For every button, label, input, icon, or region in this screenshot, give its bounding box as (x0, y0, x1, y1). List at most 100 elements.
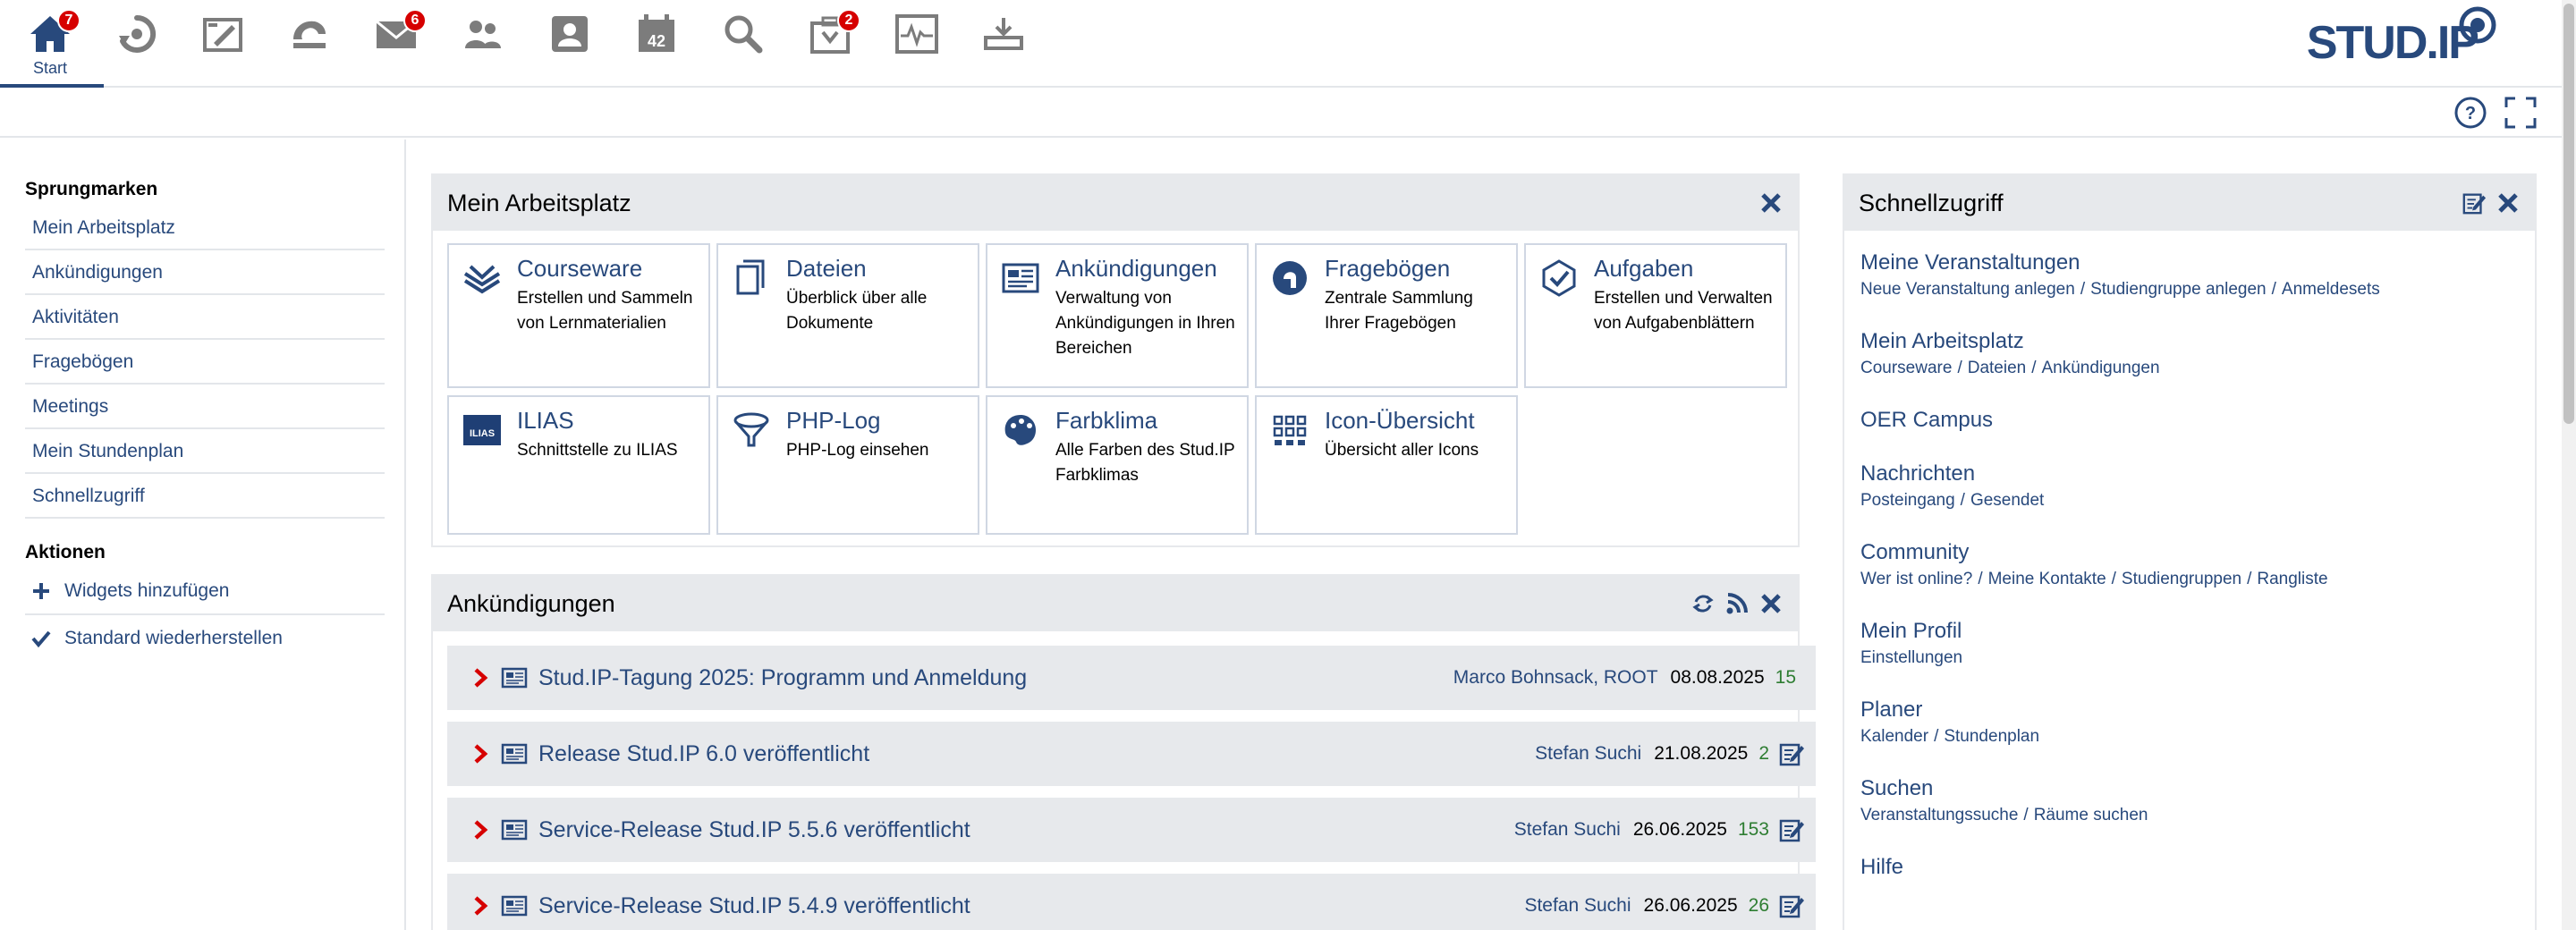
announcement-views: 15 (1775, 667, 1796, 688)
nav-activity[interactable] (105, 11, 169, 80)
announcement-row[interactable]: Service-Release Stud.IP 5.5.6 veröffentl… (447, 798, 1816, 862)
quickaccess-sublink[interactable]: Rangliste (2257, 570, 2327, 588)
quickaccess-title[interactable]: OER Campus (1860, 406, 2517, 435)
tile-ilias[interactable]: ILIAS ILIAS Schnittstelle zu ILIAS (447, 395, 710, 535)
tile-courseware[interactable]: Courseware Erstellen und Sammeln von Ler… (447, 243, 710, 388)
tile-questionnaires[interactable]: Fragebögen Zentrale Sammlung Ihrer Frage… (1255, 243, 1518, 388)
messages-badge: 6 (403, 9, 427, 32)
quickaccess-sublink[interactable]: Wer ist online? (1860, 570, 1972, 588)
announcement-title[interactable]: Release Stud.IP 6.0 veröffentlicht (538, 741, 1535, 767)
announcement-row[interactable]: Service-Release Stud.IP 5.4.9 veröffentl… (447, 874, 1816, 930)
restore-defaults-action[interactable]: Standard wiederherstellen (25, 615, 385, 662)
announcement-author[interactable]: Stefan Suchi (1524, 895, 1631, 917)
rss-icon[interactable] (1724, 591, 1750, 616)
announcement-title[interactable]: Service-Release Stud.IP 5.4.9 veröffentl… (538, 893, 1524, 919)
jump-link-meetings[interactable]: Meetings (25, 385, 385, 429)
quickaccess-sublink[interactable]: Gesendet (1970, 491, 2044, 510)
quickaccess-sublink[interactable]: Courseware (1860, 359, 1952, 377)
tile-icon-overview[interactable]: Icon-Übersicht Übersicht aller Icons (1255, 395, 1518, 535)
quickaccess-sublink[interactable]: Dateien (1968, 359, 2027, 377)
jump-link-questionnaires[interactable]: Fragebögen (25, 340, 385, 385)
log-icon (733, 412, 769, 447)
help-icon[interactable]: ? (2453, 95, 2488, 131)
tile-files-desc: Überblick über alle Dokumente (786, 289, 928, 333)
jump-link-schedule[interactable]: Mein Stundenplan (25, 429, 385, 474)
quickaccess-title[interactable]: Nachrichten (1860, 460, 2517, 488)
quickaccess-title[interactable]: Hilfe (1860, 853, 2517, 882)
quickaccess-title[interactable]: Meine Veranstaltungen (1860, 249, 2517, 277)
tile-courseware-desc: Erstellen und Sammeln von Lernmaterialie… (517, 289, 693, 333)
nav-tools[interactable]: 2 (798, 9, 862, 80)
add-widgets-action[interactable]: Widgets hinzufügen (25, 569, 385, 615)
nav-start[interactable]: 7 Start (0, 9, 104, 88)
quickaccess-sublink[interactable]: Ankündigungen (2042, 359, 2160, 377)
nav-profile[interactable] (538, 11, 602, 80)
quickaccess-item: Nachrichten Posteingang / Gesendet (1860, 460, 2517, 513)
fullscreen-icon[interactable] (2503, 95, 2538, 131)
studip-logo[interactable]: STUD.IP (2306, 16, 2479, 70)
announcement-author[interactable]: Stefan Suchi (1535, 743, 1641, 765)
nav-institutes[interactable] (277, 11, 342, 80)
quickaccess-title[interactable]: Mein Arbeitsplatz (1860, 327, 2517, 356)
quickaccess-sublink[interactable]: Meine Kontakte (1988, 570, 2106, 588)
workplace-widget: Mein Arbeitsplatz Courseware Erstellen u… (431, 173, 1800, 547)
announcements-widget-title: Ankündigungen (447, 589, 615, 617)
quickaccess-title[interactable]: Suchen (1860, 774, 2517, 803)
quickaccess-sublink[interactable]: Neue Veranstaltung anlegen (1860, 280, 2075, 299)
nav-messages[interactable]: 6 (364, 9, 428, 80)
announcement-author[interactable]: Stefan Suchi (1514, 819, 1621, 841)
announcement-row[interactable]: Release Stud.IP 6.0 veröffentlicht Stefa… (447, 722, 1816, 786)
quickaccess-sublink[interactable]: Kalender (1860, 727, 1928, 746)
logo-text: STUD.IP (2306, 17, 2479, 69)
chevron-right-icon[interactable] (472, 743, 488, 765)
tile-php-log[interactable]: PHP-Log PHP-Log einsehen (716, 395, 979, 535)
close-icon[interactable] (1758, 190, 1784, 216)
close-icon[interactable] (2496, 190, 2521, 216)
tile-tasks[interactable]: Aufgaben Erstellen und Verwalten von Auf… (1524, 243, 1787, 388)
close-icon[interactable] (1758, 591, 1784, 616)
quickaccess-title[interactable]: Planer (1860, 696, 2517, 724)
announcement-title[interactable]: Stud.IP-Tagung 2025: Programm und Anmeld… (538, 665, 1453, 691)
announcement-row[interactable]: Stud.IP-Tagung 2025: Programm und Anmeld… (447, 646, 1816, 710)
chevron-right-icon[interactable] (472, 819, 488, 841)
edit-icon[interactable] (1778, 816, 1805, 843)
chevron-right-icon[interactable] (472, 667, 488, 689)
nav-start-label: Start (32, 59, 67, 77)
quickaccess-title[interactable]: Mein Profil (1860, 617, 2517, 646)
quickaccess-sublink[interactable]: Studiengruppe anlegen (2090, 280, 2267, 299)
quickaccess-sublink[interactable]: Stundenplan (1944, 727, 2039, 746)
tile-files[interactable]: Dateien Überblick über alle Dokumente (716, 243, 979, 388)
quickaccess-sublink[interactable]: Räume suchen (2034, 806, 2148, 824)
announcement-author[interactable]: Marco Bohnsack, ROOT (1453, 667, 1658, 689)
nav-community[interactable] (451, 11, 515, 80)
tile-color-climate[interactable]: Farbklima Alle Farben des Stud.IP Farbkl… (986, 395, 1249, 535)
nav-courses[interactable] (191, 11, 255, 80)
announcement-title[interactable]: Service-Release Stud.IP 5.5.6 veröffentl… (538, 817, 1514, 843)
quickaccess-sublink[interactable]: Anmeldesets (2282, 280, 2380, 299)
nav-admin[interactable] (885, 11, 949, 80)
jump-link-workplace[interactable]: Mein Arbeitsplatz (25, 206, 385, 250)
quickaccess-sublink[interactable]: Veranstaltungssuche (1860, 806, 2018, 824)
edit-icon[interactable] (1778, 740, 1805, 767)
edit-icon[interactable] (2462, 190, 2487, 216)
nav-calendar[interactable]: 42 (624, 11, 689, 80)
nav-tray[interactable] (971, 11, 1036, 80)
jump-link-activities[interactable]: Aktivitäten (25, 295, 385, 340)
quickaccess-sublink[interactable]: Einstellungen (1860, 648, 1962, 667)
refresh-icon[interactable] (1690, 591, 1716, 616)
chevron-right-icon[interactable] (472, 895, 488, 917)
quickaccess-title[interactable]: Community (1860, 538, 2517, 567)
announcement-views: 153 (1737, 819, 1769, 840)
edit-icon[interactable] (1778, 892, 1805, 919)
quickaccess-sublink[interactable]: Posteingang (1860, 491, 1955, 510)
jump-link-announcements[interactable]: Ankündigungen (25, 250, 385, 295)
icon-grid-icon (1273, 415, 1307, 445)
page-scrollbar[interactable] (2562, 0, 2576, 930)
scrollbar-thumb[interactable] (2563, 4, 2574, 424)
nav-search[interactable] (711, 11, 775, 80)
quickaccess-sublink[interactable]: Studiengruppen (2122, 570, 2241, 588)
accept-icon (31, 630, 51, 648)
tile-announcements[interactable]: Ankündigungen Verwaltung von Ankündigung… (986, 243, 1249, 388)
jump-link-quickaccess[interactable]: Schnellzugriff (25, 474, 385, 519)
quickaccess-item: OER Campus (1860, 406, 2517, 435)
